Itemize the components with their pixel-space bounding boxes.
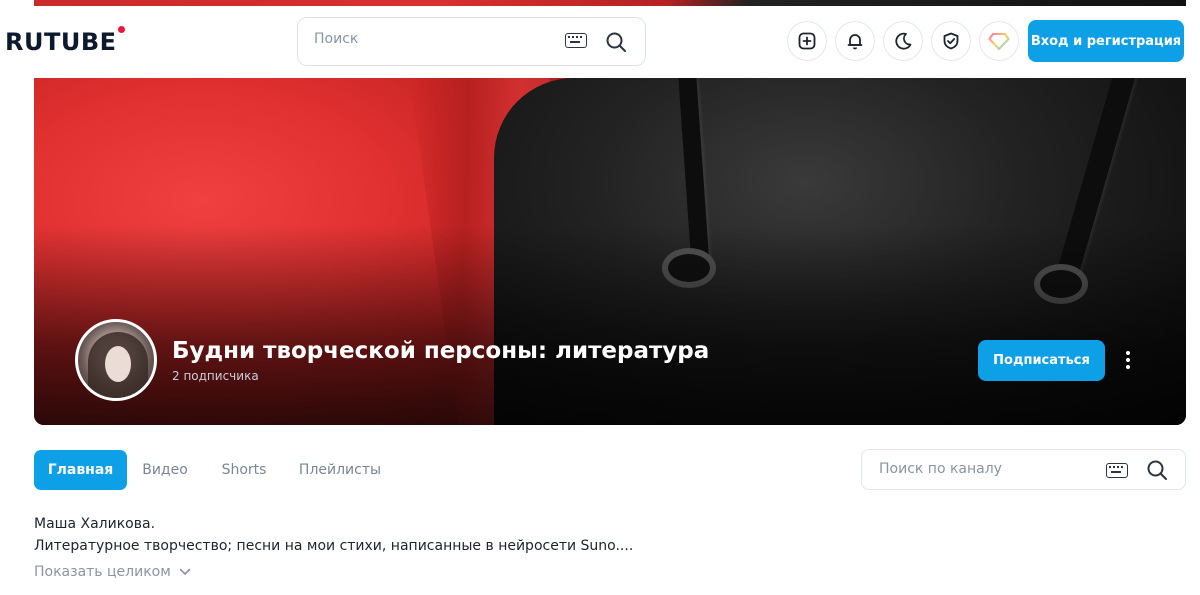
search-icon[interactable] (605, 31, 627, 53)
theme-toggle-button[interactable] (883, 21, 923, 61)
login-button[interactable]: Вход и регистрация (1028, 20, 1184, 62)
search-icon[interactable] (1146, 459, 1168, 481)
show-more-button[interactable]: Показать целиком (34, 564, 191, 580)
subscriber-count: 2 подписчика (172, 369, 259, 383)
rutube-logo[interactable]: RUTUBE (5, 26, 125, 56)
bell-icon (847, 34, 863, 50)
logo-dot (117, 26, 125, 33)
channel-banner: Будни творческой персоны: литература 2 п… (34, 78, 1186, 425)
channel-search-box[interactable] (861, 449, 1186, 490)
channel-search-input[interactable] (879, 461, 1089, 477)
keyboard-icon[interactable] (1106, 463, 1128, 478)
channel-title: Будни творческой персоны: литература (172, 338, 710, 364)
search-input[interactable] (314, 31, 544, 47)
description-line-2: Литературное творчество; песни на мои ст… (34, 538, 634, 554)
tab-shorts[interactable]: Shorts (214, 450, 274, 490)
search-box[interactable] (297, 17, 646, 66)
security-button[interactable] (931, 21, 971, 61)
channel-avatar[interactable] (75, 319, 157, 401)
subscribe-button[interactable]: Подписаться (978, 340, 1105, 381)
tab-main[interactable]: Главная (34, 450, 127, 490)
tab-playlists[interactable]: Плейлисты (293, 450, 387, 490)
tab-videos[interactable]: Видео (136, 450, 194, 490)
add-video-icon (798, 32, 816, 50)
top-header: RUTUBE Поиск Вход и регистрация (0, 6, 1200, 78)
more-options-icon[interactable] (1118, 346, 1138, 374)
premium-button[interactable] (979, 21, 1019, 61)
shield-icon (943, 32, 959, 50)
chevron-down-icon (179, 568, 191, 575)
diamond-icon (988, 33, 1010, 50)
upload-button[interactable] (787, 21, 827, 61)
notifications-button[interactable] (835, 21, 875, 61)
logo-text: RUTUBE (5, 28, 117, 56)
description-line-1: Маша Халикова. (34, 516, 156, 532)
moon-icon (895, 32, 912, 50)
show-more-label: Показать целиком (34, 564, 171, 580)
keyboard-icon[interactable] (565, 33, 587, 48)
